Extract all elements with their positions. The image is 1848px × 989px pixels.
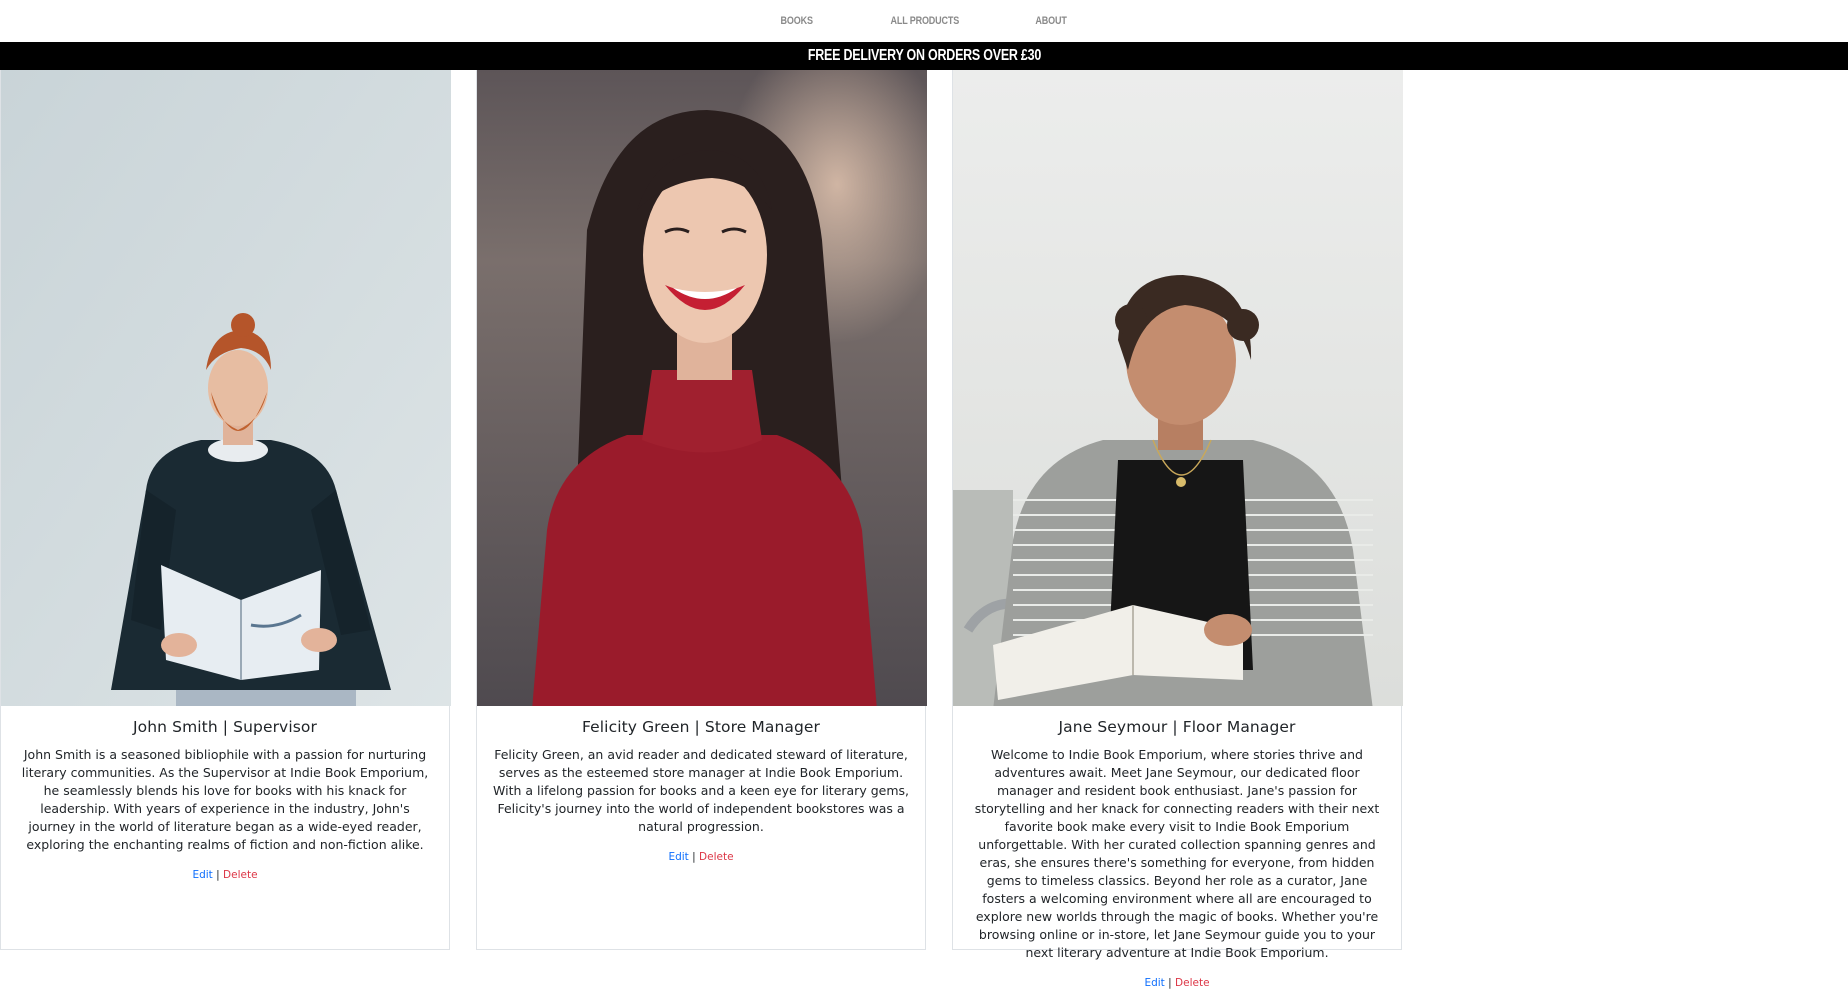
card-actions: Edit | Delete (491, 851, 911, 863)
edit-link[interactable]: Edit (668, 851, 688, 863)
staff-card-jane-seymour: Jane Seymour | Floor Manager Welcome to … (952, 70, 1403, 989)
delete-link[interactable]: Delete (223, 869, 258, 881)
staff-photo-felicity-green (477, 70, 927, 706)
staff-card-body: John Smith | Supervisor John Smith is a … (1, 706, 449, 881)
promo-banner-text: FREE DELIVERY ON ORDERS OVER £30 (807, 47, 1041, 64)
action-separator: | (692, 851, 696, 863)
action-separator: | (1168, 977, 1172, 989)
staff-card-john-smith: John Smith | Supervisor John Smith is a … (0, 70, 451, 950)
staff-photo-john-smith (1, 70, 451, 706)
nav-link-books[interactable]: BOOKS (781, 15, 813, 27)
edit-link[interactable]: Edit (192, 869, 212, 881)
staff-photo-jane-seymour (953, 70, 1403, 706)
staff-description: Welcome to Indie Book Emporium, where st… (974, 747, 1380, 960)
promo-banner: FREE DELIVERY ON ORDERS OVER £30 (0, 42, 1848, 70)
delete-link[interactable]: Delete (699, 851, 734, 863)
staff-description: Felicity Green, an avid reader and dedic… (493, 747, 909, 834)
staff-description: John Smith is a seasoned bibliophile wit… (21, 747, 429, 852)
staff-card-body: Jane Seymour | Floor Manager Welcome to … (953, 706, 1401, 989)
staff-name-title: Felicity Green | Store Manager (581, 718, 821, 736)
nav-link-all-products[interactable]: ALL PRODUCTS (890, 15, 959, 27)
action-separator: | (216, 869, 220, 881)
card-actions: Edit | Delete (967, 977, 1387, 989)
card-actions: Edit | Delete (15, 869, 435, 881)
staff-name-title: John Smith | Supervisor (133, 718, 317, 736)
nav-link-about[interactable]: ABOUT (1036, 15, 1067, 27)
delete-link[interactable]: Delete (1175, 977, 1210, 989)
top-nav: BOOKS ALL PRODUCTS ABOUT (0, 0, 1848, 42)
edit-link[interactable]: Edit (1144, 977, 1164, 989)
staff-name-title: Jane Seymour | Floor Manager (1058, 718, 1296, 736)
staff-card-body: Felicity Green | Store Manager Felicity … (477, 706, 925, 863)
staff-card-felicity-green: Felicity Green | Store Manager Felicity … (476, 70, 927, 950)
